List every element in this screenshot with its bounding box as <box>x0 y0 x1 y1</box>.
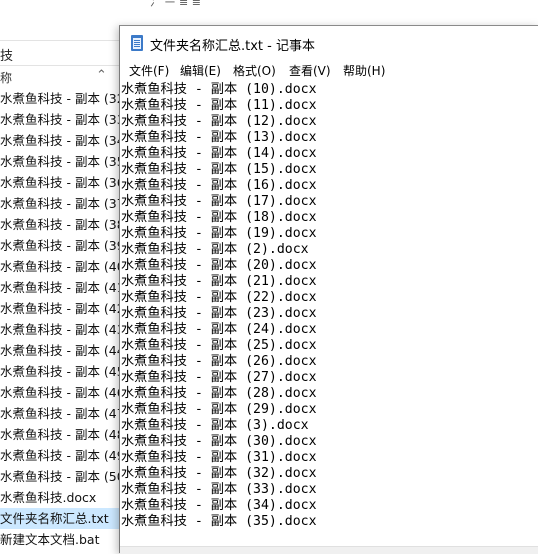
file-name: 水煮鱼科技 - 副本 (49 <box>0 448 120 463</box>
menu-edit[interactable]: 编辑(E) <box>180 62 221 79</box>
file-name: 水煮鱼科技 - 副本 (43 <box>0 322 120 337</box>
text-line: 水煮鱼科技 - 副本 (2).docx <box>121 242 309 257</box>
window-title: 文件夹名称汇总.txt - 记事本 <box>150 39 315 54</box>
file-name: 文件夹名称汇总.txt <box>0 511 109 526</box>
text-line: 水煮鱼科技 - 副本 (25).docx <box>121 338 317 353</box>
file-list-item[interactable]: 水煮鱼科技 - 副本 (46 <box>0 382 120 403</box>
file-name: 水煮鱼科技 - 副本 (34 <box>0 133 120 148</box>
file-list-item[interactable]: 水煮鱼科技 - 副本 (32 <box>0 88 120 109</box>
menu-format[interactable]: 格式(O) <box>233 62 276 79</box>
text-line: 水煮鱼科技 - 副本 (20).docx <box>121 258 317 273</box>
file-list-item[interactable]: 新建文本文档.bat <box>0 529 120 550</box>
text-line: 水煮鱼科技 - 副本 (28).docx <box>121 386 317 401</box>
file-name: 水煮鱼科技.docx <box>0 490 97 505</box>
text-line: 水煮鱼科技 - 副本 (32).docx <box>121 466 317 481</box>
text-line: 水煮鱼科技 - 副本 (11).docx <box>121 98 317 113</box>
file-list-item[interactable]: 水煮鱼科技 - 副本 (50 <box>0 466 120 487</box>
file-list-item[interactable]: 水煮鱼科技 - 副本 (36 <box>0 172 120 193</box>
file-name: 水煮鱼科技 - 副本 (48 <box>0 427 120 442</box>
file-name: 水煮鱼科技 - 副本 (39 <box>0 238 120 253</box>
file-name: 水煮鱼科技 - 副本 (37 <box>0 196 120 211</box>
column-header-label: 称 <box>0 71 13 85</box>
file-list-item[interactable]: 水煮鱼科技 - 副本 (49 <box>0 445 120 466</box>
file-list-item[interactable]: 水煮鱼科技 - 副本 (39 <box>0 235 120 256</box>
text-line: 水煮鱼科技 - 副本 (19).docx <box>121 226 317 241</box>
text-line: 水煮鱼科技 - 副本 (30).docx <box>121 434 317 449</box>
text-line: 水煮鱼科技 - 副本 (10).docx <box>121 82 317 97</box>
text-line: 水煮鱼科技 - 副本 (27).docx <box>121 370 317 385</box>
text-editor-area[interactable]: 水煮鱼科技 - 副本 (10).docx 水煮鱼科技 - 副本 (11).doc… <box>120 80 538 550</box>
file-list-item[interactable]: 水煮鱼科技 - 副本 (37 <box>0 193 120 214</box>
explorer-address-bar[interactable]: 技 <box>0 40 120 66</box>
file-list-item[interactable]: 水煮鱼科技 - 副本 (45 <box>0 361 120 382</box>
explorer-top-strip: 冫 ㇐ ≡ ≡ <box>0 0 538 10</box>
text-line: 水煮鱼科技 - 副本 (33).docx <box>121 482 317 497</box>
sort-ascending-icon: ⌃ <box>96 68 107 83</box>
text-line: 水煮鱼科技 - 副本 (14).docx <box>121 146 317 161</box>
file-name: 水煮鱼科技 - 副本 (47 <box>0 406 120 421</box>
file-list-item[interactable]: 水煮鱼科技 - 副本 (41 <box>0 277 120 298</box>
file-name: 新建文本文档.bat <box>0 532 100 547</box>
file-name: 水煮鱼科技 - 副本 (33 <box>0 112 120 127</box>
file-list-item[interactable]: 水煮鱼科技 - 副本 (38 <box>0 214 120 235</box>
menu-help[interactable]: 帮助(H) <box>343 62 385 79</box>
text-line: 水煮鱼科技 - 副本 (26).docx <box>121 354 317 369</box>
file-name: 水煮鱼科技 - 副本 (41 <box>0 280 120 295</box>
file-name: 水煮鱼科技 - 副本 (38 <box>0 217 120 232</box>
text-line: 水煮鱼科技 - 副本 (18).docx <box>121 210 317 225</box>
address-bar-text: 技 <box>0 49 14 64</box>
file-name: 水煮鱼科技 - 副本 (32 <box>0 91 120 106</box>
explorer-column-header-name[interactable]: 称 ⌃ <box>0 66 120 88</box>
file-name: 水煮鱼科技 - 副本 (40 <box>0 259 120 274</box>
text-line: 水煮鱼科技 - 副本 (17).docx <box>121 194 317 209</box>
text-line: 水煮鱼科技 - 副本 (35).docx <box>121 514 317 529</box>
file-name: 水煮鱼科技 - 副本 (44 <box>0 343 120 358</box>
notepad-titlebar[interactable]: 文件夹名称汇总.txt - 记事本 <box>120 26 538 60</box>
file-list-item[interactable]: 水煮鱼科技 - 副本 (43 <box>0 319 120 340</box>
text-line: 水煮鱼科技 - 副本 (21).docx <box>121 274 317 289</box>
text-line: 水煮鱼科技 - 副本 (24).docx <box>121 322 317 337</box>
text-line: 水煮鱼科技 - 副本 (16).docx <box>121 178 317 193</box>
file-list-item[interactable]: 水煮鱼科技 - 副本 (40 <box>0 256 120 277</box>
file-list-item[interactable]: 水煮鱼科技.docx <box>0 487 120 508</box>
text-line: 水煮鱼科技 - 副本 (23).docx <box>121 306 317 321</box>
notepad-window: 文件夹名称汇总.txt - 记事本 文件(F) 编辑(E) 格式(O) 查看(V… <box>119 25 538 554</box>
text-line: 水煮鱼科技 - 副本 (31).docx <box>121 450 317 465</box>
file-name: 水煮鱼科技 - 副本 (36 <box>0 175 120 190</box>
file-name: 水煮鱼科技 - 副本 (46 <box>0 385 120 400</box>
text-line: 水煮鱼科技 - 副本 (3).docx <box>121 418 309 433</box>
file-list-item-selected[interactable]: 文件夹名称汇总.txt <box>0 508 120 529</box>
menu-bar: 文件(F) 编辑(E) 格式(O) 查看(V) 帮助(H) <box>120 60 538 80</box>
file-list-item[interactable]: 水煮鱼科技 - 副本 (34 <box>0 130 120 151</box>
file-name: 水煮鱼科技 - 副本 (50 <box>0 469 120 484</box>
file-list-item[interactable]: 水煮鱼科技 - 副本 (48 <box>0 424 120 445</box>
text-line: 水煮鱼科技 - 副本 (12).docx <box>121 114 317 129</box>
text-line: 水煮鱼科技 - 副本 (34).docx <box>121 498 317 513</box>
menu-file[interactable]: 文件(F) <box>129 62 169 79</box>
menu-view[interactable]: 查看(V) <box>289 62 331 79</box>
explorer-title-fragment: 冫 ㇐ ≡ ≡ <box>150 0 201 9</box>
file-list-item[interactable]: 水煮鱼科技 - 副本 (33 <box>0 109 120 130</box>
file-name: 水煮鱼科技 - 副本 (42 <box>0 301 120 316</box>
notepad-icon <box>131 35 143 51</box>
file-list-item[interactable]: 水煮鱼科技 - 副本 (35 <box>0 151 120 172</box>
text-line: 水煮鱼科技 - 副本 (13).docx <box>121 130 317 145</box>
file-list-item[interactable]: 水煮鱼科技 - 副本 (42 <box>0 298 120 319</box>
text-line: 水煮鱼科技 - 副本 (22).docx <box>121 290 317 305</box>
file-name: 水煮鱼科技 - 副本 (45 <box>0 364 120 379</box>
file-name: 水煮鱼科技 - 副本 (35 <box>0 154 120 169</box>
file-list-item[interactable]: 水煮鱼科技 - 副本 (44 <box>0 340 120 361</box>
text-line: 水煮鱼科技 - 副本 (29).docx <box>121 402 317 417</box>
text-line: 水煮鱼科技 - 副本 (15).docx <box>121 162 317 177</box>
file-list-item[interactable]: 水煮鱼科技 - 副本 (47 <box>0 403 120 424</box>
window-bottom-edge <box>120 546 538 554</box>
